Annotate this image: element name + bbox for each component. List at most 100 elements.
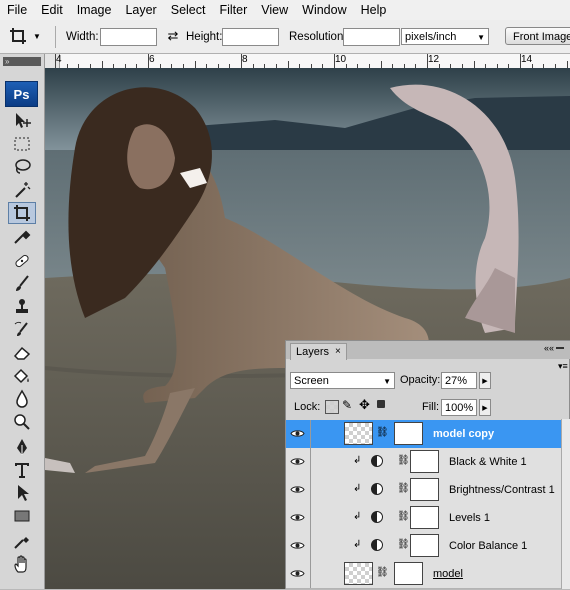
layer-name[interactable]: model copy bbox=[433, 428, 494, 440]
clipping-arrow-icon: ↲ bbox=[353, 455, 362, 466]
eye-icon[interactable] bbox=[290, 566, 305, 581]
ruler-tick bbox=[194, 61, 196, 68]
path-selection-tool[interactable] bbox=[8, 482, 36, 504]
layer-name[interactable]: Color Balance 1 bbox=[449, 540, 527, 552]
swap-arrows-icon[interactable]: ⇄ bbox=[165, 28, 181, 44]
options-bar: ▼ Width: ⇄ Height: Resolution: pixels/in… bbox=[0, 20, 570, 54]
adjustment-icon[interactable] bbox=[371, 455, 383, 467]
clone-stamp-tool[interactable] bbox=[8, 296, 36, 318]
layer-mask-thumbnail[interactable] bbox=[410, 450, 439, 473]
layer-mask-thumbnail[interactable] bbox=[410, 534, 439, 557]
layer-mask-thumbnail[interactable] bbox=[410, 506, 439, 529]
history-brush-tool[interactable] bbox=[8, 319, 36, 341]
layer-row-color-balance[interactable]: ↲ ⛓ Color Balance 1 bbox=[286, 532, 561, 561]
healing-brush-tool[interactable] bbox=[8, 250, 36, 272]
toolbox: » Ps bbox=[0, 54, 45, 589]
adjustment-icon[interactable] bbox=[371, 483, 383, 495]
layer-name[interactable]: model bbox=[433, 568, 463, 580]
layer-row-model[interactable]: ⛓ model bbox=[286, 560, 561, 589]
eye-icon[interactable] bbox=[290, 454, 305, 469]
front-image-button[interactable]: Front Image bbox=[505, 27, 570, 45]
lasso-tool[interactable] bbox=[8, 156, 36, 178]
shape-tool[interactable] bbox=[8, 505, 36, 527]
eye-icon[interactable] bbox=[290, 426, 305, 441]
layer-thumbnail[interactable] bbox=[344, 422, 373, 445]
resolution-field[interactable] bbox=[343, 28, 400, 46]
arrow-pointer-icon bbox=[18, 485, 29, 501]
hand-tool[interactable] bbox=[8, 553, 36, 575]
ps-logo[interactable]: Ps bbox=[5, 81, 38, 107]
height-field[interactable] bbox=[222, 28, 279, 46]
eye-icon[interactable] bbox=[290, 482, 305, 497]
tool-preset-picker[interactable]: ▼ bbox=[9, 25, 49, 47]
eyedropper-tool-2[interactable] bbox=[8, 530, 36, 552]
menu-layer[interactable]: Layer bbox=[118, 0, 163, 20]
adjustment-icon[interactable] bbox=[371, 539, 383, 551]
lock-position-icon[interactable]: ✥ bbox=[359, 397, 370, 413]
marquee-tool[interactable] bbox=[8, 133, 36, 155]
ruler-tick bbox=[566, 61, 568, 68]
menu-edit[interactable]: Edit bbox=[34, 0, 70, 20]
blend-mode-value: Screen bbox=[294, 375, 329, 387]
menu-window[interactable]: Window bbox=[295, 0, 353, 20]
type-icon bbox=[15, 463, 29, 478]
layer-name[interactable]: Brightness/Contrast 1 bbox=[449, 484, 555, 496]
menu-help[interactable]: Help bbox=[354, 0, 394, 20]
eye-icon[interactable] bbox=[290, 538, 305, 553]
dodge-icon bbox=[14, 414, 30, 430]
layers-panel: Layers × «« ▾≡ Screen ▼ Opacity: 27% ▶ L… bbox=[285, 340, 570, 589]
eye-icon[interactable] bbox=[290, 510, 305, 525]
layer-mask-thumbnail[interactable] bbox=[394, 422, 423, 445]
fill-slider-button[interactable]: ▶ bbox=[479, 399, 491, 416]
divider bbox=[310, 532, 311, 560]
menu-file[interactable]: File bbox=[0, 0, 34, 20]
eyedropper-tool[interactable] bbox=[8, 225, 36, 247]
lock-transparency-icon[interactable] bbox=[325, 400, 339, 414]
blend-mode-select[interactable]: Screen ▼ bbox=[290, 372, 395, 389]
magic-wand-tool[interactable] bbox=[8, 179, 36, 201]
resolution-unit-select[interactable]: pixels/inch ▼ bbox=[401, 28, 489, 45]
pen-tool[interactable] bbox=[8, 436, 36, 458]
ruler-tick bbox=[55, 54, 56, 68]
fill-label: Fill: bbox=[422, 401, 440, 413]
layer-mask-thumbnail[interactable] bbox=[410, 478, 439, 501]
blur-tool[interactable] bbox=[8, 388, 36, 410]
layer-row-brightness-contrast[interactable]: ↲ ⛓ Brightness/Contrast 1 bbox=[286, 476, 561, 505]
crop-icon bbox=[10, 28, 26, 44]
collapse-panel-icon[interactable]: «« bbox=[544, 343, 554, 353]
layer-name[interactable]: Levels 1 bbox=[449, 512, 490, 524]
opacity-label: Opacity: bbox=[400, 374, 441, 386]
menu-image[interactable]: Image bbox=[70, 0, 119, 20]
minimize-icon[interactable] bbox=[556, 347, 564, 349]
layer-row-model-copy[interactable]: ⛓ model copy bbox=[286, 420, 561, 449]
type-tool[interactable] bbox=[8, 459, 36, 481]
layer-name[interactable]: Black & White 1 bbox=[449, 456, 527, 468]
dodge-tool[interactable] bbox=[8, 411, 36, 433]
menu-filter[interactable]: Filter bbox=[212, 0, 254, 20]
lock-all-icon[interactable] bbox=[377, 400, 385, 408]
layer-thumbnail[interactable] bbox=[344, 562, 373, 585]
menu-view[interactable]: View bbox=[254, 0, 295, 20]
eraser-tool[interactable] bbox=[8, 342, 36, 364]
opacity-slider-button[interactable]: ▶ bbox=[479, 372, 491, 389]
link-icon: ⛓ bbox=[397, 539, 410, 550]
width-field[interactable] bbox=[100, 28, 157, 46]
layer-mask-thumbnail[interactable] bbox=[394, 562, 423, 585]
adjustment-icon[interactable] bbox=[371, 511, 383, 523]
lock-brush-icon[interactable]: ✎ bbox=[342, 398, 352, 412]
divider bbox=[310, 476, 311, 504]
layer-row-levels[interactable]: ↲ ⛓ Levels 1 bbox=[286, 504, 561, 533]
paint-bucket-tool[interactable] bbox=[8, 365, 36, 387]
layers-scrollbar[interactable] bbox=[561, 419, 570, 589]
layer-row-black-white[interactable]: ↲ ⛓ Black & White 1 bbox=[286, 448, 561, 477]
toolbox-grip[interactable]: » bbox=[3, 57, 41, 66]
brush-tool[interactable] bbox=[8, 273, 36, 295]
tab-layers[interactable]: Layers × bbox=[290, 343, 347, 360]
fill-field[interactable]: 100% bbox=[441, 399, 477, 416]
panel-menu-icon[interactable]: ▾≡ bbox=[558, 361, 568, 372]
move-tool[interactable] bbox=[8, 110, 36, 132]
close-icon[interactable]: × bbox=[335, 344, 341, 360]
crop-tool[interactable] bbox=[8, 202, 36, 224]
menu-select[interactable]: Select bbox=[164, 0, 213, 20]
opacity-field[interactable]: 27% bbox=[441, 372, 477, 389]
